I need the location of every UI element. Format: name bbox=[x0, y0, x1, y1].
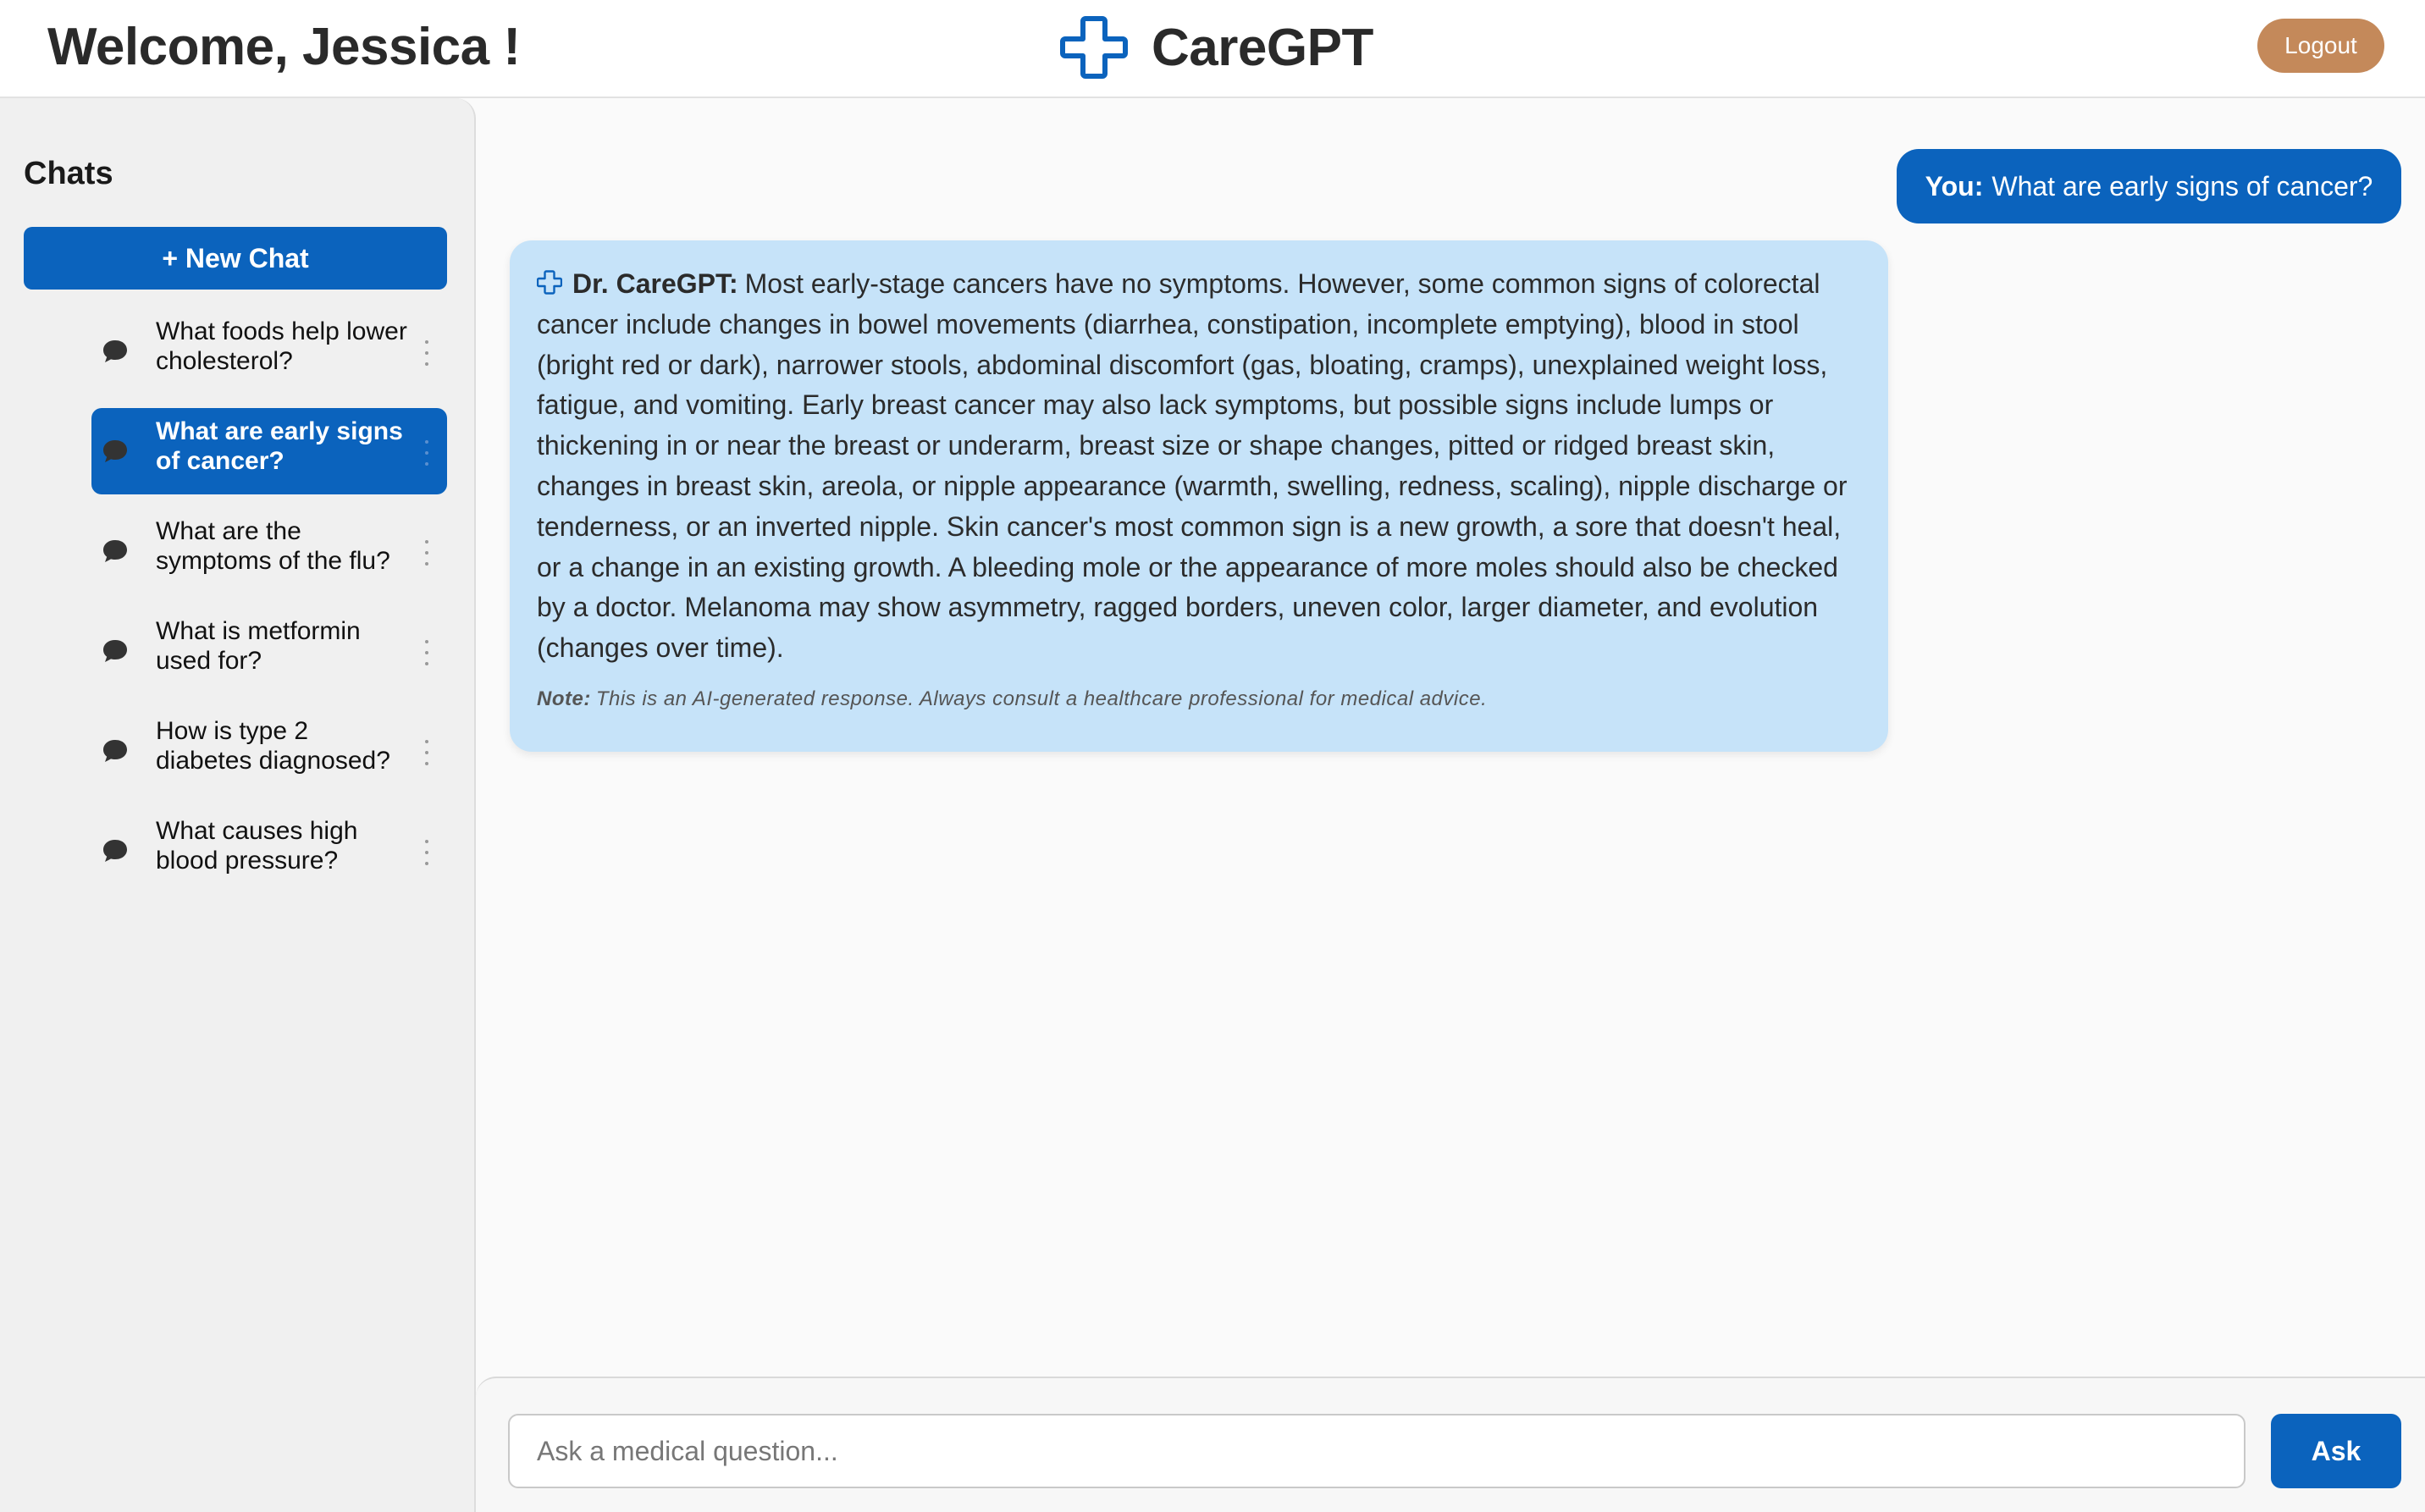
chat-bubble-icon bbox=[103, 740, 127, 762]
bot-message-text: Most early-stage cancers have no symptom… bbox=[537, 268, 1848, 664]
new-chat-button[interactable]: + New Chat bbox=[24, 227, 447, 290]
chat-bubble-icon bbox=[103, 340, 127, 362]
chat-item-blood-pressure[interactable]: What causes high blood pressure? bbox=[91, 808, 447, 894]
sidebar: Chats + New Chat What foods help lower c… bbox=[0, 98, 476, 1512]
note-text: This is an AI-generated response. Always… bbox=[595, 687, 1488, 710]
chat-item-cancer[interactable]: What are early signs of cancer? bbox=[91, 408, 447, 494]
chat-item-flu[interactable]: What are the symptoms of the flu? bbox=[91, 508, 447, 594]
chat-list: What foods help lower cholesterol? What … bbox=[91, 308, 447, 908]
medical-cross-icon bbox=[537, 270, 562, 295]
top-header: Welcome, Jessica ! CareGPT Logout bbox=[0, 0, 2425, 98]
chat-bubble-icon bbox=[103, 640, 127, 662]
user-message-bubble: You: What are early signs of cancer? bbox=[1897, 149, 2401, 223]
chat-item-cholesterol[interactable]: What foods help lower cholesterol? bbox=[91, 308, 447, 395]
chat-item-diabetes[interactable]: How is type 2 diabetes diagnosed? bbox=[91, 708, 447, 794]
user-message-text: What are early signs of cancer? bbox=[1991, 170, 2373, 201]
bot-message-bubble: Dr. CareGPT: Most early-stage cancers hav… bbox=[510, 240, 1888, 752]
chat-bubble-icon bbox=[103, 440, 127, 462]
brand: CareGPT bbox=[1060, 14, 1373, 81]
disclaimer-note: Note: This is an AI-generated response. A… bbox=[537, 687, 1861, 711]
composer-bar: Ask bbox=[476, 1377, 2425, 1512]
chat-item-label: What are early signs of cancer? bbox=[156, 417, 403, 475]
chat-item-label: What causes high blood pressure? bbox=[156, 817, 358, 875]
user-prefix: You: bbox=[1925, 170, 1984, 201]
bot-message: Dr. CareGPT: Most early-stage cancers hav… bbox=[537, 264, 1861, 669]
app-root: Welcome, Jessica ! CareGPT Logout Chats … bbox=[0, 0, 2425, 1512]
more-options-icon[interactable] bbox=[423, 640, 430, 665]
bot-name: Dr. CareGPT: bbox=[572, 268, 738, 299]
chat-item-label: How is type 2 diabetes diagnosed? bbox=[156, 717, 390, 775]
chat-item-label: What are the symptoms of the flu? bbox=[156, 517, 390, 575]
more-options-icon[interactable] bbox=[423, 340, 430, 366]
brand-name: CareGPT bbox=[1152, 18, 1373, 77]
ask-button[interactable]: Ask bbox=[2271, 1414, 2401, 1488]
chat-item-metformin[interactable]: What is metformin used for? bbox=[91, 608, 447, 694]
sidebar-title: Chats bbox=[24, 156, 113, 191]
chat-bubble-icon bbox=[103, 540, 127, 562]
chat-item-label: What is metformin used for? bbox=[156, 617, 361, 675]
question-input[interactable] bbox=[508, 1414, 2245, 1488]
more-options-icon[interactable] bbox=[423, 740, 430, 765]
more-options-icon[interactable] bbox=[423, 840, 430, 865]
more-options-icon[interactable] bbox=[423, 440, 430, 466]
logout-button[interactable]: Logout bbox=[2257, 19, 2384, 73]
more-options-icon[interactable] bbox=[423, 540, 430, 566]
chat-bubble-icon bbox=[103, 840, 127, 862]
note-prefix: Note: bbox=[537, 687, 591, 710]
chat-item-label: What foods help lower cholesterol? bbox=[156, 317, 407, 375]
welcome-title: Welcome, Jessica ! bbox=[47, 18, 521, 76]
medical-cross-icon bbox=[1060, 16, 1128, 79]
